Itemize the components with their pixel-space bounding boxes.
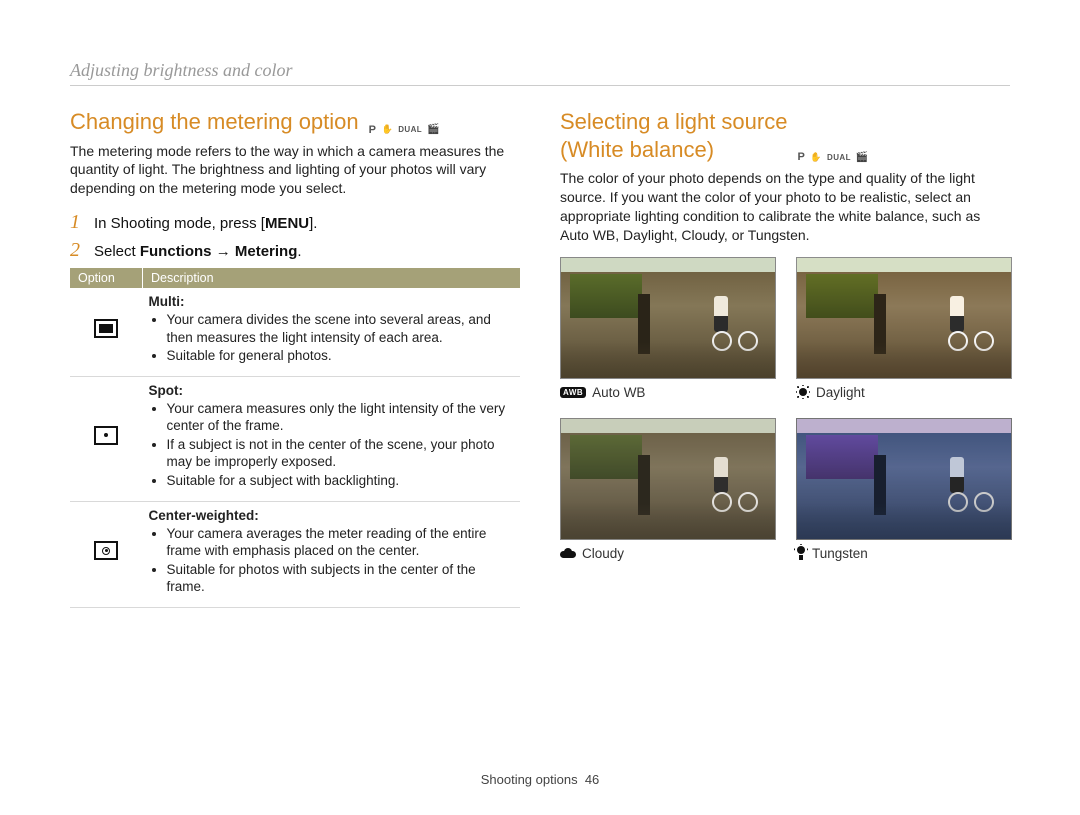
- left-heading-row: Changing the metering option P ✋ DUAL 🎬: [70, 108, 520, 136]
- white-balance-grid: AWB Auto WB Daylight Cloudy: [560, 257, 1010, 561]
- list-item: Your camera measures only the light inte…: [167, 400, 515, 435]
- wb-sample-auto: AWB Auto WB: [560, 257, 774, 400]
- step-number: 2: [70, 240, 84, 260]
- list-item: If a subject is not in the center of the…: [167, 436, 515, 471]
- hand-icon: ✋: [382, 124, 394, 135]
- dual-icon: DUAL: [398, 125, 422, 134]
- mode-badges: P ✋ DUAL 🎬: [369, 124, 440, 136]
- divider: [70, 85, 1010, 86]
- option-bullets: Your camera divides the scene into sever…: [149, 311, 515, 365]
- step-1: 1 In Shooting mode, press [MENU].: [70, 212, 520, 232]
- wb-sample-daylight: Daylight: [796, 257, 1010, 400]
- sample-photo: [560, 418, 776, 540]
- step-text-frag: Select: [94, 243, 140, 260]
- columns: Changing the metering option P ✋ DUAL 🎬 …: [70, 108, 1010, 608]
- right-column: Selecting a light source (White balance)…: [560, 108, 1010, 608]
- option-title-multi: Multi:: [149, 294, 515, 309]
- step-number: 1: [70, 212, 84, 232]
- menu-path-metering: Metering: [235, 243, 298, 260]
- section-heading: Adjusting brightness and color: [70, 60, 1010, 81]
- footer-section: Shooting options: [481, 772, 578, 787]
- mode-p-icon: P: [797, 151, 805, 163]
- metering-center-icon: [94, 541, 118, 560]
- metering-multi-icon: [94, 319, 118, 338]
- tungsten-icon: [796, 546, 806, 560]
- option-bullets: Your camera averages the meter reading o…: [149, 525, 515, 596]
- mode-badges: P ✋ DUAL 🎬: [797, 151, 868, 163]
- wb-label: AWB Auto WB: [560, 385, 774, 400]
- option-title-spot: Spot:: [149, 383, 515, 398]
- step-text: Select Functions → Metering.: [94, 243, 302, 260]
- hand-icon: ✋: [810, 152, 822, 163]
- list-item: Your camera averages the meter reading o…: [167, 525, 515, 560]
- mode-p-icon: P: [369, 124, 377, 136]
- option-bullets: Your camera measures only the light inte…: [149, 400, 515, 490]
- left-intro: The metering mode refers to the way in w…: [70, 142, 520, 199]
- movie-icon: 🎬: [427, 124, 440, 135]
- movie-icon: 🎬: [856, 152, 869, 163]
- list-item: Suitable for a subject with backlighting…: [167, 472, 515, 490]
- th-description: Description: [143, 268, 521, 288]
- sun-icon: [796, 385, 810, 399]
- wb-label-text: Cloudy: [582, 546, 624, 561]
- wb-label-text: Tungsten: [812, 546, 868, 561]
- list-item: Suitable for general photos.: [167, 347, 515, 365]
- left-column: Changing the metering option P ✋ DUAL 🎬 …: [70, 108, 520, 608]
- list-item: Your camera divides the scene into sever…: [167, 311, 515, 346]
- wb-label: Tungsten: [796, 546, 1010, 561]
- heading-line: Selecting a light source: [560, 109, 787, 134]
- metering-options-table: Option Description Multi: Your camera di…: [70, 268, 520, 608]
- list-item: Suitable for photos with subjects in the…: [167, 561, 515, 596]
- steps-list: 1 In Shooting mode, press [MENU]. 2 Sele…: [70, 212, 520, 260]
- menu-path-functions: Functions: [140, 243, 212, 260]
- table-row: Multi: Your camera divides the scene int…: [70, 288, 520, 376]
- sample-photo: [796, 418, 1012, 540]
- cloud-icon: [560, 548, 576, 558]
- right-intro: The color of your photo depends on the t…: [560, 169, 1010, 245]
- step-text-frag: In Shooting mode, press [: [94, 215, 265, 232]
- dual-icon: DUAL: [827, 153, 851, 162]
- metering-spot-icon: [94, 426, 118, 445]
- sample-photo: [560, 257, 776, 379]
- wb-sample-cloudy: Cloudy: [560, 418, 774, 561]
- wb-label-text: Auto WB: [592, 385, 645, 400]
- right-heading: Selecting a light source (White balance): [560, 108, 787, 163]
- heading-line: (White balance): [560, 137, 714, 162]
- step-text: In Shooting mode, press [MENU].: [94, 215, 317, 232]
- wb-sample-tungsten: Tungsten: [796, 418, 1010, 561]
- step-text-frag: .: [297, 243, 301, 260]
- step-2: 2 Select Functions → Metering.: [70, 240, 520, 260]
- table-row: Center-weighted: Your camera averages th…: [70, 501, 520, 607]
- arrow-icon: →: [212, 243, 235, 260]
- step-text-frag: ].: [309, 215, 317, 232]
- option-title-center: Center-weighted:: [149, 508, 515, 523]
- wb-label: Cloudy: [560, 546, 774, 561]
- awb-icon: AWB: [560, 387, 586, 398]
- right-heading-row: Selecting a light source (White balance)…: [560, 108, 1010, 163]
- sample-photo: [796, 257, 1012, 379]
- manual-page: Adjusting brightness and color Changing …: [0, 0, 1080, 815]
- wb-label-text: Daylight: [816, 385, 865, 400]
- th-option: Option: [70, 268, 143, 288]
- menu-button-label: MENU: [265, 215, 309, 232]
- table-row: Spot: Your camera measures only the ligh…: [70, 376, 520, 501]
- page-footer: Shooting options 46: [0, 772, 1080, 787]
- footer-page-number: 46: [585, 772, 599, 787]
- wb-label: Daylight: [796, 385, 1010, 400]
- left-heading: Changing the metering option: [70, 108, 359, 136]
